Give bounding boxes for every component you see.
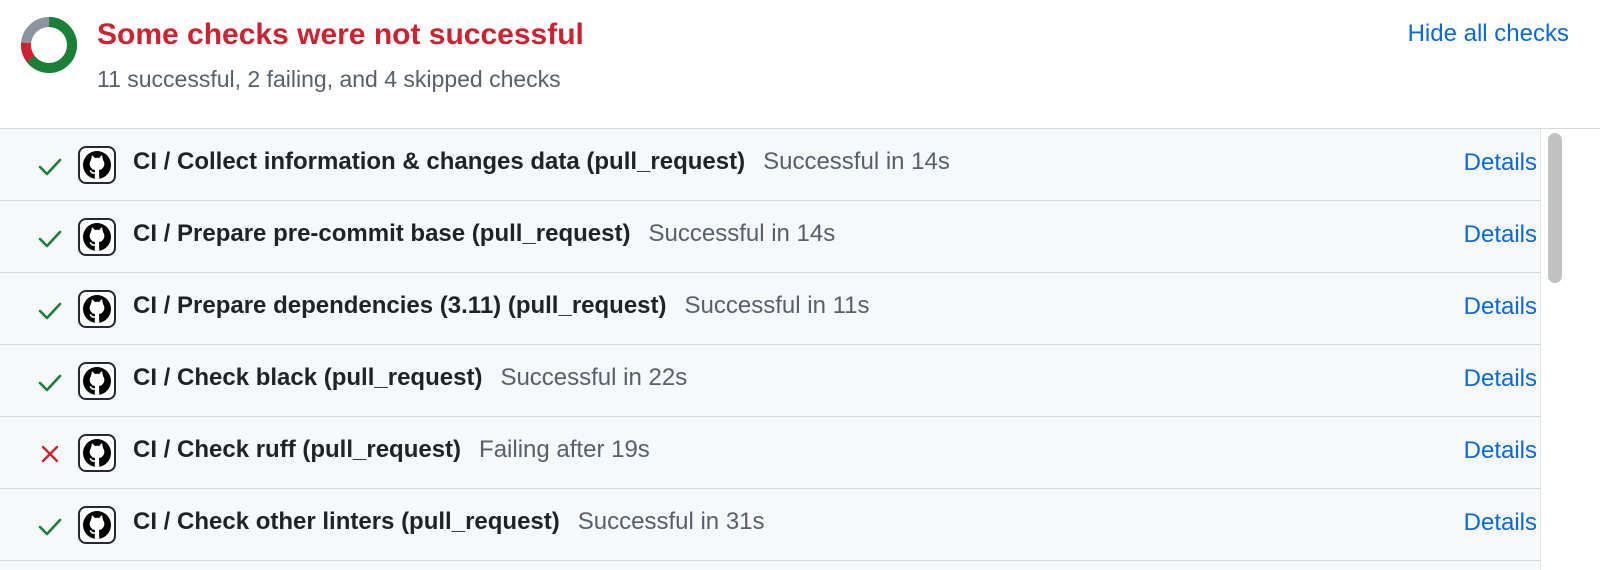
details-link[interactable]: Details [1464,437,1537,465]
check-icon [37,369,63,395]
check-status-text: Successful in 14s [648,220,836,247]
x-icon [37,441,63,467]
status-donut-icon [20,16,77,73]
details-link[interactable]: Details [1464,293,1537,321]
details-link[interactable]: Details [1464,221,1537,249]
check-name: CI / Prepare pre-commit base (pull_reque… [133,220,631,247]
check-row: CI / Check other linters (pull_request) S… [0,489,1570,561]
scrollbar-thumb[interactable] [1548,133,1562,283]
check-name: CI / Prepare dependencies (3.11) (pull_r… [133,292,667,319]
checks-list[interactable]: CI / Collect information & changes data … [0,129,1570,570]
check-row: CI / Prepare dependencies (3.11) (pull_r… [0,273,1570,345]
scrollbar[interactable] [1540,129,1571,570]
check-row: CI / Prepare pre-commit base (pull_reque… [0,201,1570,273]
summary-subtitle: 11 successful, 2 failing, and 4 skipped … [97,66,561,92]
github-icon [78,362,116,400]
check-icon [37,513,63,539]
details-link[interactable]: Details [1464,509,1537,537]
check-icon [37,225,63,251]
check-name: CI / Collect information & changes data … [133,148,746,175]
check-status-text: Failing after 19s [479,436,650,463]
check-name: CI / Check other linters (pull_request) [133,508,560,535]
check-status-text: Successful in 11s [684,292,870,319]
github-icon [78,290,116,328]
check-icon [37,153,63,179]
hide-all-checks-link[interactable]: Hide all checks [1408,20,1569,48]
check-name: CI / Check ruff (pull_request) [133,436,462,463]
summary-title: Some checks were not successful [97,18,584,51]
checks-summary: Some checks were not successful 11 succe… [0,0,1600,129]
check-status-text: Successful in 22s [500,364,688,391]
check-row: CI / Check ruff (pull_request) Failing af… [0,417,1570,489]
details-link[interactable]: Details [1464,365,1537,393]
check-row: CI / Collect information & changes data … [0,129,1570,201]
github-icon [78,434,116,472]
check-row: CI / Check black (pull_request) Successfu… [0,345,1570,417]
check-name: CI / Check black (pull_request) [133,364,483,391]
check-status-text: Successful in 31s [577,508,765,535]
github-icon [78,218,116,256]
github-icon [78,146,116,184]
check-status-text: Successful in 14s [763,148,950,175]
github-icon [78,506,116,544]
details-link[interactable]: Details [1464,149,1537,177]
check-icon [37,297,63,323]
